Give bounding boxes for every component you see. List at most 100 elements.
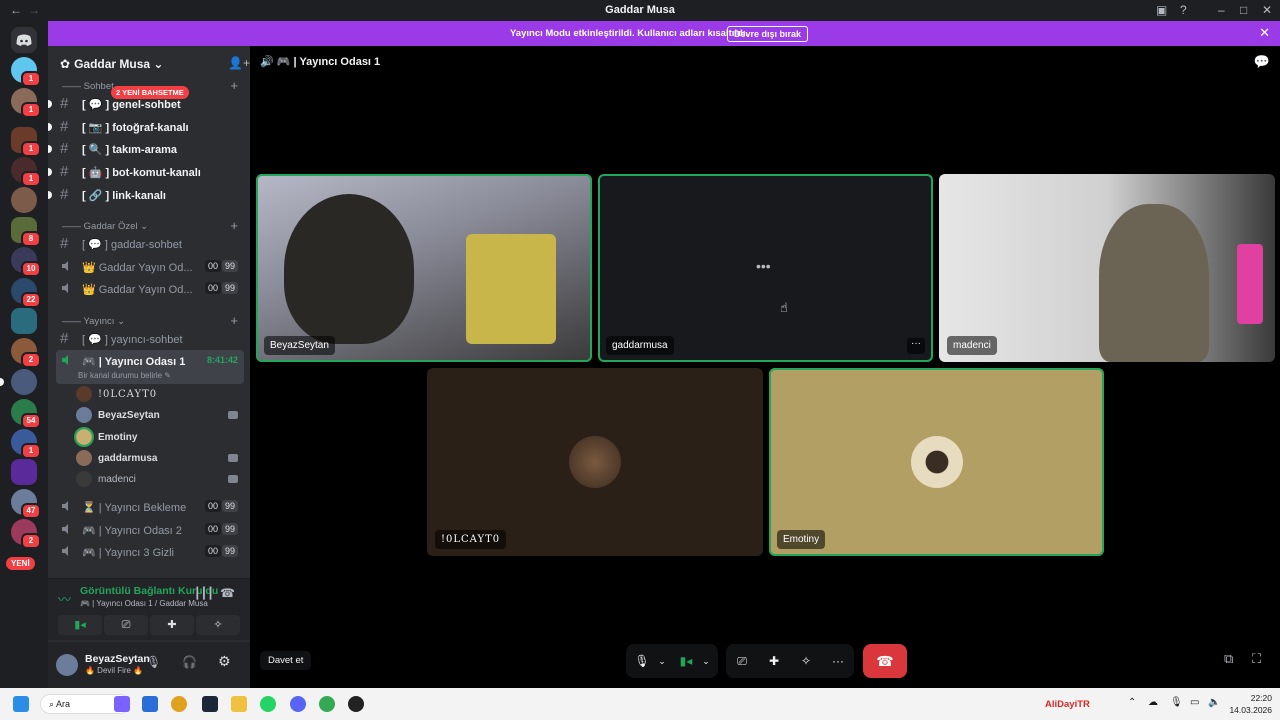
server-icon-7[interactable]: 10 (11, 247, 41, 277)
server-icon-13[interactable]: 1 (11, 429, 41, 459)
leave-call-button[interactable]: ☎ (863, 644, 907, 678)
store-icon[interactable] (142, 696, 158, 712)
server-icon-16[interactable]: 2 (11, 519, 41, 549)
camera-button[interactable]: ▮◂ (58, 615, 102, 635)
windows-start-icon[interactable] (13, 696, 29, 712)
server-icon-5[interactable] (11, 187, 37, 213)
channel-genel-sohbet[interactable]: #[ 💬 ] genel-sohbet (48, 93, 244, 115)
discord-home-icon[interactable] (11, 27, 37, 53)
microphone-tray-icon[interactable]: 🎙 (1170, 697, 1183, 708)
voice-member[interactable]: !0LCAYT0 (76, 384, 244, 404)
voice-member[interactable]: madenci (76, 469, 244, 489)
fullscreen-icon[interactable]: ⛶ (1252, 651, 1261, 667)
whatsapp-icon[interactable] (260, 696, 276, 712)
avatar-tile-olcayto[interactable]: !0LCAYT0 (427, 368, 763, 556)
camera-icon[interactable]: ▮◂ (676, 651, 696, 671)
channel-bot-komut[interactable]: #[ 🤖 ] bot-komut-kanalı (48, 161, 244, 183)
add-channel-icon[interactable]: + (230, 218, 238, 233)
add-channel-icon[interactable]: + (230, 78, 238, 93)
server-icon-8[interactable]: 22 (11, 278, 41, 308)
server-icon-6[interactable]: 8 (11, 217, 41, 247)
channel-yayinci-sohbet[interactable]: #[ 💬 ] yayıncı-sohbet (56, 328, 244, 350)
channel-status[interactable]: Bir kanal durumu belirle ✎ (78, 371, 171, 380)
disable-streamer-mode-button[interactable]: Devre dışı bırak (727, 26, 809, 42)
close-window-icon[interactable]: ✕ (1262, 3, 1272, 17)
new-servers-pill[interactable]: YENİ (6, 557, 35, 570)
more-options-icon[interactable]: ··· (828, 651, 848, 671)
category-sohbet[interactable]: —— Sohbet (62, 81, 114, 92)
close-banner-icon[interactable]: ✕ (1259, 25, 1270, 41)
add-member-icon[interactable]: 👤+ (228, 56, 250, 70)
noise-suppression-icon[interactable]: ┃┃┃ (194, 587, 214, 600)
help-icon[interactable]: ? (1180, 3, 1187, 17)
activities-button[interactable]: ✚ (150, 615, 194, 635)
server-icon-1[interactable]: 1 (11, 57, 41, 87)
invite-button[interactable]: Davet et (260, 651, 312, 670)
voice-channel-yayinci-3-gizli[interactable]: 🎮 | Yayıncı 3 Gizli 00 99 (56, 541, 244, 563)
chat-bubble-icon[interactable]: 💬 (1254, 54, 1270, 70)
chrome-alt-icon[interactable] (319, 696, 335, 712)
server-icon-4[interactable]: 1 (11, 157, 41, 187)
headphones-icon[interactable]: 🎧 (182, 655, 197, 669)
server-icon-3[interactable]: 1 (11, 127, 41, 157)
voice-channel-gaddar-yayin-1[interactable]: 👑 Gaddar Yayın Od... 00 99 (56, 256, 244, 278)
steam-icon[interactable] (202, 696, 218, 712)
file-explorer-icon[interactable] (231, 696, 247, 712)
copilot-icon[interactable] (114, 696, 130, 712)
soundboard-button[interactable]: ✧ (196, 615, 240, 635)
category-gaddar-ozel[interactable]: —— Gaddar Özel ⌄ (62, 221, 148, 232)
inbox-icon[interactable]: ▣ (1156, 3, 1167, 17)
discord-icon[interactable] (290, 696, 306, 712)
cloud-icon[interactable]: ☁ (1148, 697, 1158, 708)
activities-icon[interactable]: ✚ (764, 651, 784, 671)
minimize-icon[interactable]: – (1218, 3, 1225, 17)
channel-gaddar-sohbet[interactable]: #[ 💬 ] gaddar-sohbet (56, 233, 244, 255)
soundboard-icon[interactable]: ✧ (796, 651, 816, 671)
server-header[interactable]: ✿ Gaddar Musa ⌄ (48, 46, 250, 79)
channel-takim-arama[interactable]: #[ 🔍 ] takım-arama (48, 138, 244, 160)
app-icon[interactable] (348, 696, 364, 712)
voice-channel-gaddar-yayin-2[interactable]: 👑 Gaddar Yayın Od... 00 99 (56, 278, 244, 300)
voice-channel-yayinci-odasi-2[interactable]: 🎮 | Yayıncı Odası 2 00 99 (56, 519, 244, 541)
network-icon[interactable]: ▭ (1190, 697, 1199, 708)
microphone-icon[interactable]: 🎙 (632, 651, 652, 671)
screen-share-icon[interactable]: ⎚ (732, 651, 752, 671)
server-icon-10[interactable]: 2 (11, 338, 41, 368)
server-icon-11[interactable] (0, 369, 37, 395)
maximize-icon[interactable]: □ (1240, 3, 1247, 17)
server-icon-9[interactable] (11, 308, 37, 334)
microphone-icon[interactable]: 🎙 (146, 655, 161, 669)
video-tile-beyazseytan[interactable]: BeyazSeytan (256, 174, 592, 362)
voice-member[interactable]: BeyazSeytan (76, 405, 244, 425)
settings-gear-icon[interactable]: ⚙ (218, 653, 231, 670)
voice-channel-yayinci-odasi-1[interactable]: 🎮 | Yayıncı Odası 1 8:41:42 Bir kanal du… (56, 350, 244, 384)
popout-icon[interactable]: ⧉ (1224, 651, 1233, 667)
channel-fotograf-kanali[interactable]: #[ 📷 ] fotoğraf-kanalı (48, 116, 244, 138)
tray-chevron-icon[interactable]: ⌃ (1128, 697, 1136, 708)
video-tile-madenci[interactable]: madenci (939, 174, 1275, 362)
chevron-down-icon[interactable]: ⌄ (652, 651, 672, 671)
server-icon-15[interactable]: 47 (11, 489, 41, 519)
add-channel-icon[interactable]: + (230, 313, 238, 328)
voice-channel-yayinci-bekleme[interactable]: ⏳ | Yayıncı Bekleme 00 99 (56, 496, 244, 518)
voice-member[interactable]: gaddarmusa (76, 448, 244, 468)
voice-location[interactable]: 🎮 | Yayıncı Odası 1 / Gaddar Musa (80, 599, 208, 608)
server-icon-2[interactable]: 1 (11, 88, 41, 118)
avatar-tile-emotiny[interactable]: Emotiny (769, 368, 1104, 556)
user-name[interactable]: BeyazSeytan (85, 653, 150, 665)
user-avatar[interactable] (56, 654, 78, 676)
volume-icon[interactable]: 🔈 (1208, 697, 1220, 708)
chevron-down-icon[interactable]: ⌄ (696, 651, 716, 671)
more-options-icon[interactable]: ··· (907, 338, 925, 354)
voice-member[interactable]: Emotiny (74, 427, 244, 447)
server-icon-12[interactable]: 54 (11, 399, 41, 429)
server-icon-14[interactable] (11, 459, 37, 485)
clock-time[interactable]: 22:20 (1238, 693, 1272, 703)
clock-date[interactable]: 14.03.2026 (1224, 705, 1272, 715)
channel-link-kanali[interactable]: #[ 🔗 ] link-kanalı (48, 184, 244, 206)
disconnect-icon[interactable]: ☎ (220, 586, 235, 600)
screen-share-button[interactable]: ⎚ (104, 615, 148, 635)
category-yayinci[interactable]: —— Yayıncı ⌄ (62, 316, 125, 327)
video-tile-gaddarmusa[interactable]: ••• gaddarmusa ··· (598, 174, 933, 362)
chrome-icon[interactable] (171, 696, 187, 712)
